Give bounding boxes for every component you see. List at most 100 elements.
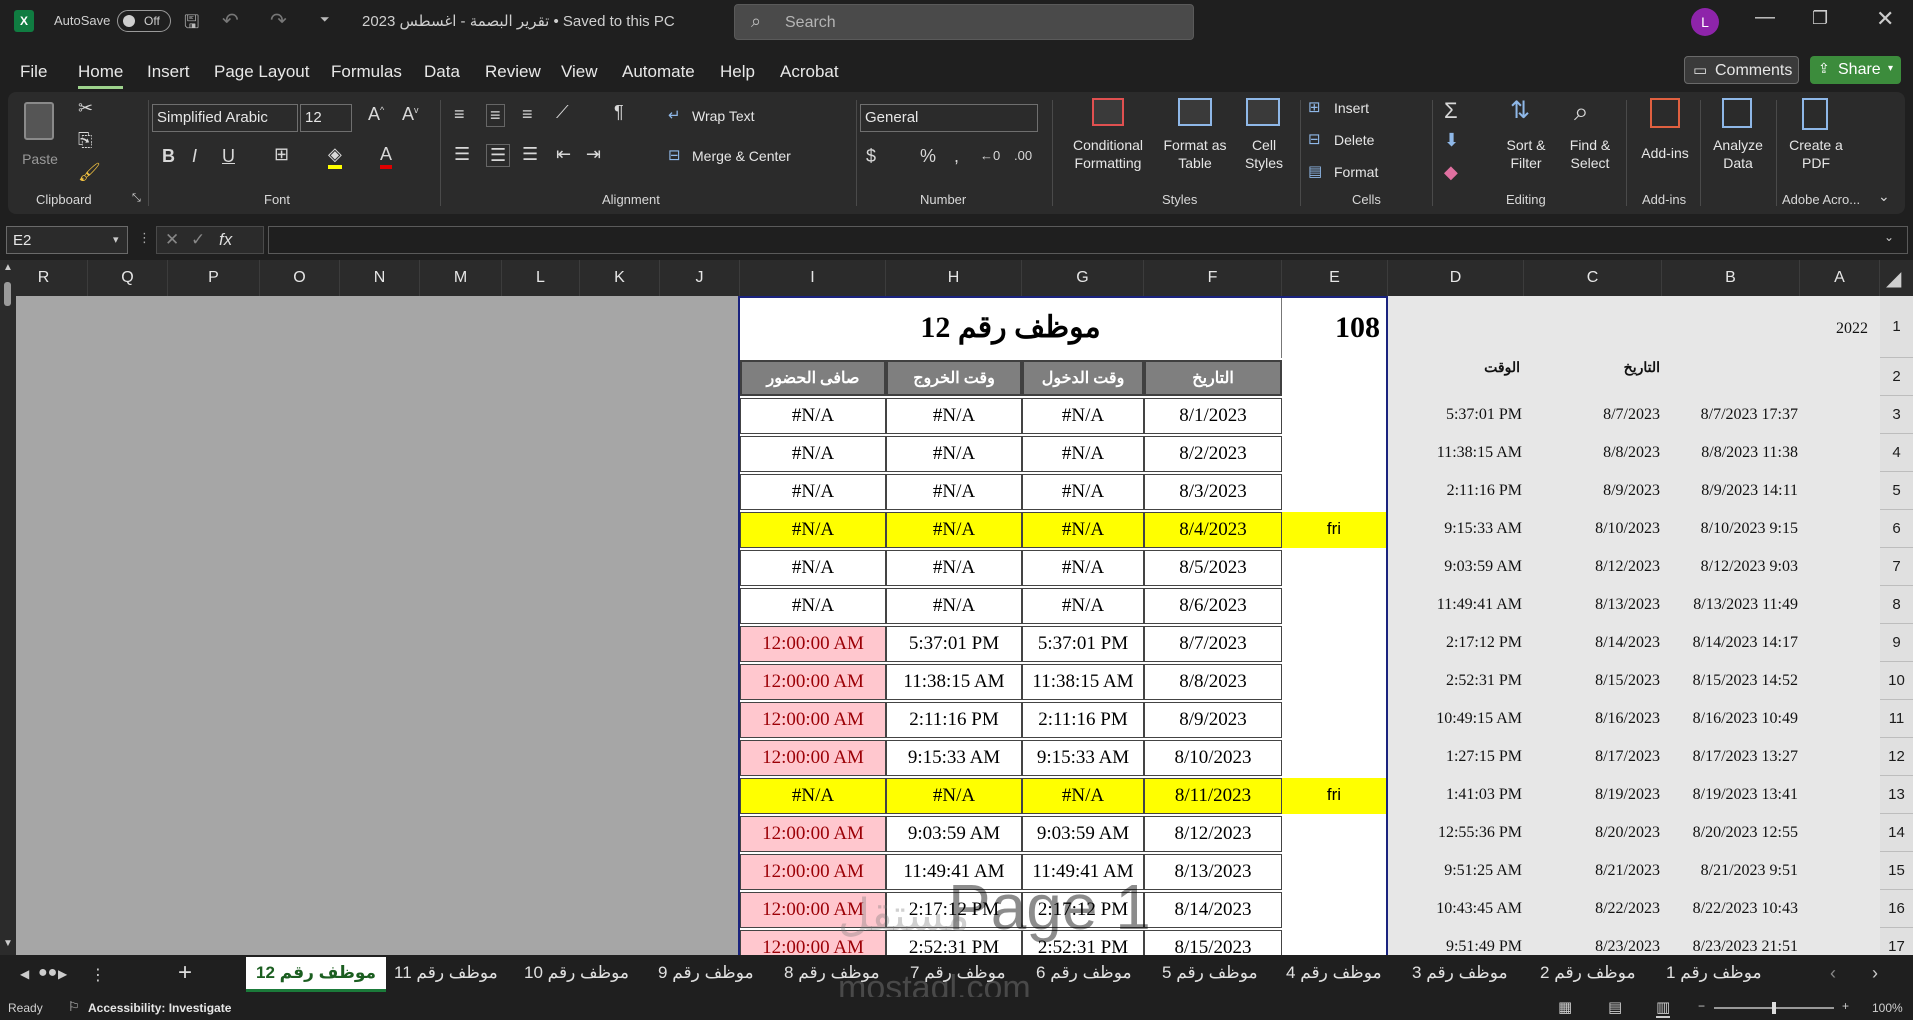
sheet-tab[interactable]: موظف رقم 9 [658,963,754,983]
copy-icon[interactable]: ⎘ [78,130,92,151]
raw-cell-d[interactable]: 10:43:45 AM [1390,900,1522,918]
raw-cell-c[interactable]: 8/21/2023 [1530,862,1660,880]
user-avatar[interactable]: L [1691,8,1719,36]
raw-cell-b[interactable]: 8/19/2023 13:41 [1666,786,1798,804]
raw-cell-c[interactable]: 8/19/2023 [1530,786,1660,804]
zoom-in-icon[interactable]: + [1842,999,1849,1013]
column-header[interactable]: N [340,260,420,296]
report-cell-out[interactable]: 11:38:15 AM [886,664,1022,700]
column-header[interactable]: L [502,260,580,296]
increase-font-icon[interactable]: A^ [368,104,384,125]
raw-cell-c[interactable]: 8/16/2023 [1530,710,1660,728]
autosave-toggle[interactable]: Off [117,10,171,32]
borders-icon[interactable]: ⊞ [274,144,289,165]
report-cell-date[interactable]: 8/4/2023 [1144,512,1282,548]
report-cell-in[interactable]: #N/A [1022,778,1144,814]
undo-icon[interactable]: ↶ [222,8,239,33]
bold-icon[interactable]: B [162,146,175,167]
raw-cell-b[interactable]: 8/21/2023 9:51 [1666,862,1798,880]
raw-header-date[interactable]: التاريخ [1580,360,1660,377]
font-name-dropdown[interactable]: Simplified Arabic [152,104,298,132]
report-cell-date[interactable]: 8/2/2023 [1144,436,1282,472]
zoom-level[interactable]: 100% [1872,1001,1903,1015]
report-column-header[interactable]: وقت الدخول [1022,360,1144,396]
row-header[interactable]: 15 [1880,852,1913,890]
row-header[interactable]: 10 [1880,662,1913,700]
report-cell-day[interactable] [1282,664,1386,700]
report-cell-day[interactable]: fri [1282,512,1386,548]
report-cell-day[interactable] [1282,398,1386,434]
report-cell-day[interactable] [1282,854,1386,890]
report-cell-day[interactable] [1282,436,1386,472]
delete-cells-button[interactable]: ⊟ Delete [1308,130,1418,154]
report-cell-in[interactable]: #N/A [1022,474,1144,510]
decrease-decimal-icon[interactable]: .00 [1014,148,1032,163]
select-all-corner[interactable]: ◢ [1880,260,1913,296]
raw-cell-b[interactable]: 8/23/2023 21:51 [1666,938,1798,955]
raw-cell-c[interactable]: 8/17/2023 [1530,748,1660,766]
dialog-launcher-icon[interactable]: ⤡ [132,192,141,205]
fill-color-icon[interactable]: ◈ [328,144,342,169]
report-cell-date[interactable]: 8/1/2023 [1144,398,1282,434]
raw-cell-c[interactable]: 8/7/2023 [1530,406,1660,424]
raw-cell-d[interactable]: 2:17:12 PM [1390,634,1522,652]
report-cell-net[interactable]: #N/A [740,550,886,586]
raw-cell-b[interactable]: 8/14/2023 14:17 [1666,634,1798,652]
column-header[interactable]: C [1524,260,1662,296]
raw-cell-d[interactable]: 11:38:15 AM [1390,444,1522,462]
report-cell-date[interactable]: 8/14/2023 [1144,892,1282,928]
conditional-formatting-button[interactable]: Conditional Formatting [1060,96,1156,186]
clear-icon[interactable]: ◆ [1444,162,1458,183]
sheet-tab[interactable]: موظف رقم 5 [1162,963,1258,983]
raw-cell-c[interactable]: 8/9/2023 [1530,482,1660,500]
restore-icon[interactable]: ❐ [1812,8,1828,29]
column-header[interactable]: H [886,260,1022,296]
row-header[interactable]: 9 [1880,624,1913,662]
report-cell-net[interactable]: #N/A [740,398,886,434]
report-cell-date[interactable]: 8/3/2023 [1144,474,1282,510]
report-cell-net[interactable]: 12:00:00 AM [740,702,886,738]
align-left-icon[interactable]: ☰ [454,144,470,165]
report-cell-in[interactable]: #N/A [1022,512,1144,548]
row-header[interactable]: 4 [1880,434,1913,472]
raw-cell-b[interactable]: 8/7/2023 17:37 [1666,406,1798,424]
fill-icon[interactable]: ⬇ [1444,130,1459,151]
raw-cell-d[interactable]: 12:55:36 PM [1390,824,1522,842]
raw-cell-d[interactable]: 2:11:16 PM [1390,482,1522,500]
function-icon[interactable]: fx [219,230,232,250]
report-cell-date[interactable]: 8/13/2023 [1144,854,1282,890]
qat-more-icon[interactable]: ⏷ [320,12,330,27]
row-header[interactable]: 12 [1880,738,1913,776]
sheet-tab[interactable]: موظف رقم 12 [246,957,387,992]
raw-cell-d[interactable]: 11:49:41 AM [1390,596,1522,614]
close-icon[interactable]: ✕ [1876,6,1894,32]
menu-file[interactable]: File [20,62,47,82]
raw-cell-d[interactable]: 9:51:25 AM [1390,862,1522,880]
scroll-thumb[interactable] [4,282,11,306]
column-header[interactable]: K [580,260,660,296]
column-header[interactable]: D [1388,260,1524,296]
paste-button[interactable]: Paste [20,100,60,186]
report-cell-in[interactable]: 2:11:16 PM [1022,702,1144,738]
report-cell-out[interactable]: #N/A [886,588,1022,624]
create-pdf-button[interactable]: Create a PDF [1784,96,1848,186]
report-code[interactable]: 108 [1282,298,1386,358]
column-header[interactable]: I [740,260,886,296]
column-header[interactable]: B [1662,260,1800,296]
raw-cell-c[interactable]: 8/14/2023 [1530,634,1660,652]
report-cell-out[interactable]: #N/A [886,474,1022,510]
report-cell-in[interactable]: #N/A [1022,588,1144,624]
raw-cell-b[interactable]: 8/20/2023 12:55 [1666,824,1798,842]
raw-cell-b[interactable]: 8/8/2023 11:38 [1666,444,1798,462]
tabs-next-icon[interactable]: › [1872,963,1878,984]
report-column-header[interactable]: وقت الخروج [886,360,1022,396]
report-cell-date[interactable]: 8/8/2023 [1144,664,1282,700]
sheet-tab[interactable]: موظف رقم 10 [524,963,629,983]
row-header[interactable]: 2 [1880,358,1913,396]
scroll-down-icon[interactable]: ▼ [3,938,13,949]
report-cell-day[interactable] [1282,474,1386,510]
raw-cell-c[interactable]: 8/10/2023 [1530,520,1660,538]
report-title[interactable]: موظف رقم 12 [740,298,1282,358]
row-header[interactable]: 17 [1880,928,1913,955]
zoom-out-icon[interactable]: − [1698,999,1705,1013]
